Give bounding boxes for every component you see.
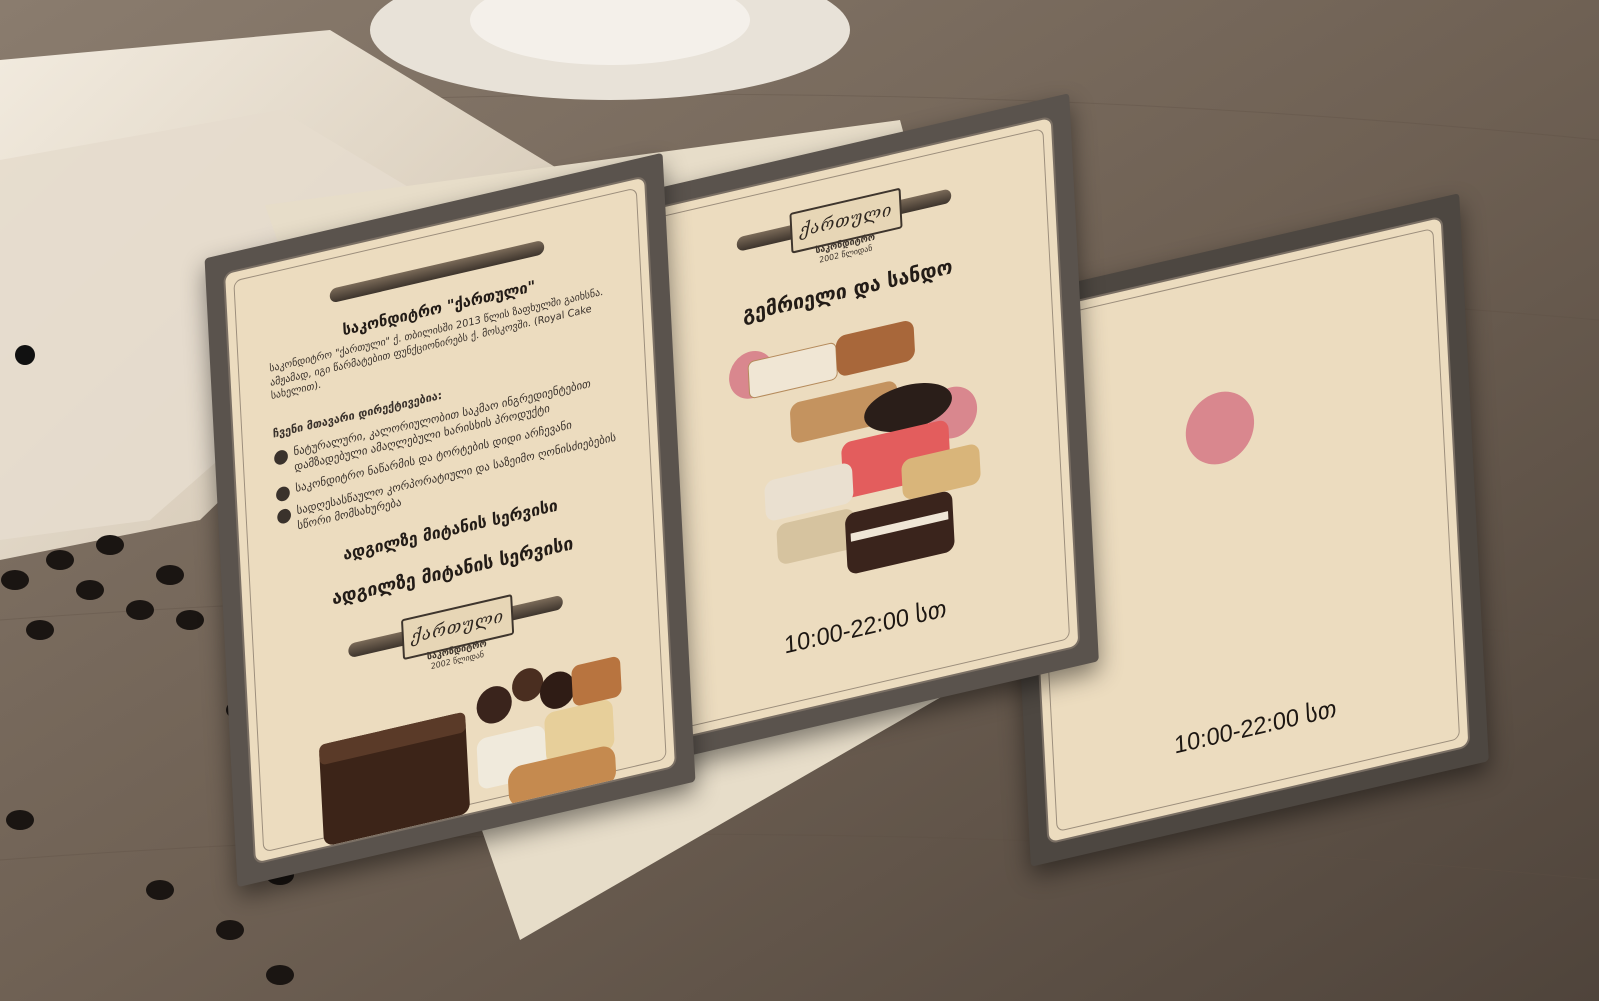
middle-panel-inner: ქართული საკონდიტრო 2002 წლიდან გემრიელი …: [629, 115, 1081, 745]
left-panel-inner: საკონდიტრო "ქართული" საკონდიტრო "ქართული…: [223, 175, 677, 865]
desserts-image: [747, 321, 981, 574]
brochure-left-panel: საკონდიტრო "ქართული" საკონდიტრო "ქართული…: [204, 152, 696, 888]
bullet-icon: [275, 484, 291, 503]
bullet-icon: [276, 507, 292, 525]
brochure-photo: 10:00-22:00 სთ ქართული საკონდიტრო 2002 წ…: [0, 0, 1599, 1001]
bullet-icon: [273, 448, 289, 467]
